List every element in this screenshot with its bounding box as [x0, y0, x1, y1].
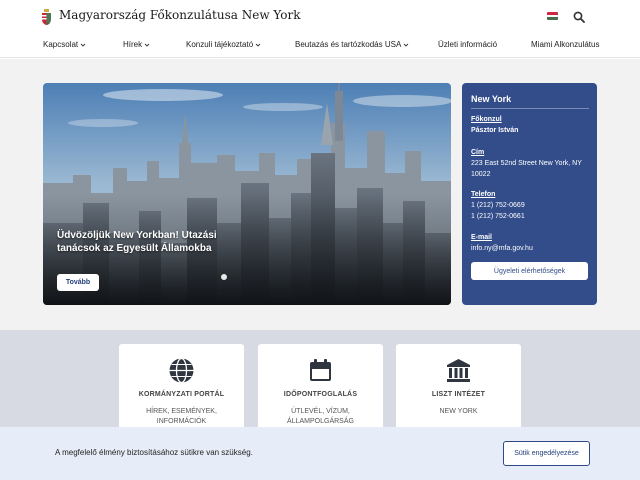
hungarian-coat-of-arms-icon[interactable] [41, 9, 52, 25]
nav-item-label: Hírek [123, 40, 143, 49]
nav-item-uzleti-informacio[interactable]: Üzleti információ [438, 40, 497, 49]
nav-item-konzuli-tajekoztato[interactable]: Konzuli tájékoztató [186, 40, 261, 49]
nav-item-label: Miami Alkonzulátus [531, 40, 600, 49]
slider-dot[interactable] [221, 274, 227, 280]
nav-item-label: Üzleti információ [438, 40, 498, 49]
consul-name: Pásztor István [471, 127, 519, 134]
consul-label[interactable]: Főkonzul [471, 116, 502, 123]
tile-title: IDŐPONTFOGLALÁS [283, 391, 358, 398]
chevron-down-icon [255, 43, 261, 47]
tile-title: KORMÁNYZATI PORTÁL [138, 391, 225, 398]
email-link[interactable]: info.ny@mfa.gov.hu [471, 243, 591, 254]
tile-subtitle: NEW YORK [439, 408, 478, 415]
address-text: 223 East 52nd Street New York, NY 10022 [471, 160, 582, 178]
cookie-message: A megfelelő élmény biztosításához sütikr… [55, 448, 253, 457]
institution-icon [447, 359, 470, 382]
globe-icon [169, 358, 194, 383]
chevron-down-icon [80, 43, 86, 47]
hero-headline[interactable]: Üdvözöljük New Yorkban! Utazási tanácsok… [57, 229, 217, 255]
nav-item-miami-alkonzulatus[interactable]: Miami Alkonzulátus [531, 40, 599, 49]
chevron-down-icon [144, 43, 150, 47]
nav-item-hirek[interactable]: Hírek [123, 40, 150, 49]
hero-more-button[interactable]: Tovább [57, 274, 99, 291]
chevron-down-icon [403, 43, 409, 47]
contact-info-card: New York Főkonzul Pásztor István Cím 223… [462, 83, 597, 305]
nav-item-label: Konzuli tájékoztató [186, 40, 254, 49]
calendar-icon [310, 359, 331, 381]
language-flag-icon[interactable] [547, 12, 558, 20]
site-title[interactable]: Magyarország Főkonzulátusa New York [59, 8, 301, 22]
info-card-title: New York [471, 94, 512, 104]
main-navigation: Kapcsolat Hírek Konzuli tájékoztató Beut… [0, 34, 640, 58]
divider [471, 108, 589, 109]
search-icon[interactable] [573, 11, 585, 23]
address-label[interactable]: Cím [471, 149, 484, 156]
email-label[interactable]: E-mail [471, 234, 492, 241]
phone-2[interactable]: 1 (212) 752-0661 [471, 211, 591, 222]
tile-subtitle: ÚTLEVÉL, VÍZUM, ÁLLAMPOLGÁRSÁG [287, 408, 354, 425]
duty-contacts-button[interactable]: Ügyeleti elérhetőségek [471, 262, 588, 280]
nav-item-beutazas[interactable]: Beutazás és tartózkodás USA [295, 40, 409, 49]
phone-1[interactable]: 1 (212) 752-0669 [471, 200, 591, 211]
accept-cookies-button[interactable]: Sütik engedélyezése [503, 441, 590, 466]
nav-item-kapcsolat[interactable]: Kapcsolat [43, 40, 86, 49]
tile-title: LISZT INTÉZET [431, 391, 486, 398]
nav-item-label: Kapcsolat [43, 40, 79, 49]
tile-subtitle: HÍREK, ESEMÉNYEK, INFORMÁCIÓK [146, 408, 217, 425]
phone-label[interactable]: Telefon [471, 191, 495, 198]
nav-item-label: Beutazás és tartózkodás USA [295, 40, 402, 49]
hero-slider[interactable]: Üdvözöljük New Yorkban! Utazási tanácsok… [43, 83, 451, 305]
site-header: Magyarország Főkonzulátusa New York [0, 0, 640, 34]
hero-image [43, 83, 451, 305]
